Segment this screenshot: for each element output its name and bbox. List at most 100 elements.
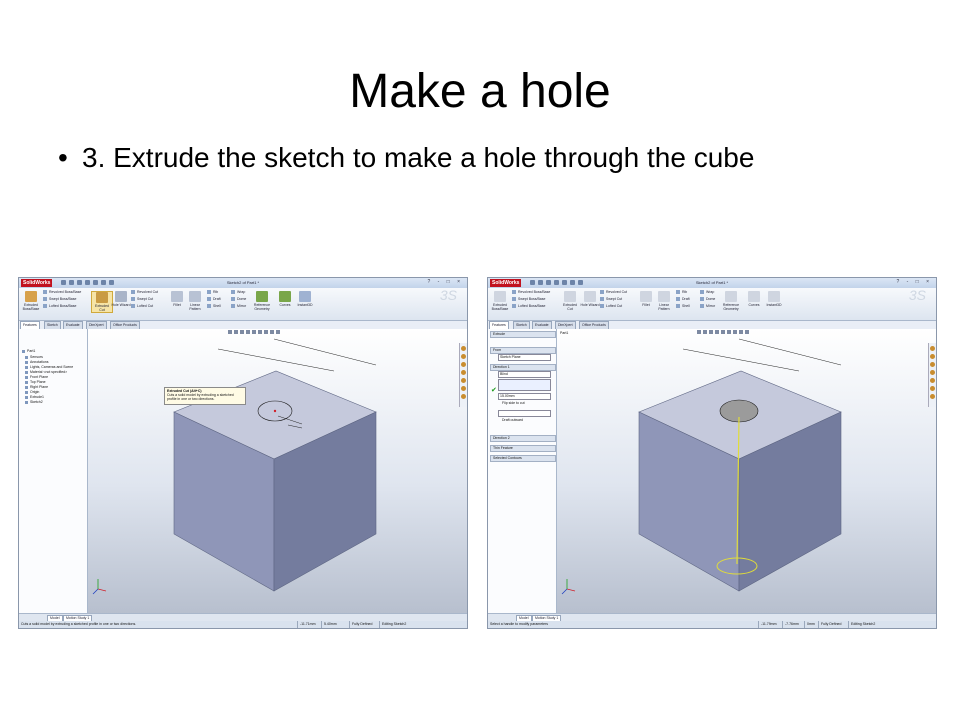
draft-button[interactable]: Draft: [207, 297, 221, 301]
view-palette-icon[interactable]: [930, 378, 935, 383]
swept-boss-button[interactable]: Swept Boss/Base: [512, 297, 545, 301]
revolved-boss-button[interactable]: Revolved Boss/Base: [512, 290, 550, 294]
resources-icon[interactable]: [930, 346, 935, 351]
rib-button[interactable]: Rib: [676, 290, 687, 294]
window-buttons[interactable]: ? - □ ×: [427, 280, 463, 285]
mirror-button[interactable]: Mirror: [231, 304, 246, 308]
design-library-icon[interactable]: [461, 354, 466, 359]
lofted-cut-button[interactable]: Lofted Cut: [131, 304, 153, 308]
design-library-icon[interactable]: [930, 354, 935, 359]
tree-item-sketch2[interactable]: Sketch2: [25, 400, 43, 405]
fillet-button[interactable]: Fillet: [167, 291, 187, 307]
instant3d-button[interactable]: Instant3D: [295, 291, 315, 307]
instant3d-label: Instant3D: [297, 303, 313, 307]
status-z: 0mm: [804, 621, 815, 628]
extruded-cut-label: Extruded Cut: [94, 304, 109, 312]
pm-selected-contours-header[interactable]: Selected Contours: [490, 455, 556, 462]
command-manager-tabs: Features Sketch Evaluate DimXpert Office…: [488, 321, 628, 330]
dome-button[interactable]: Dome: [700, 297, 715, 301]
linear-pattern-button[interactable]: Linear Pattern: [185, 291, 205, 311]
custom-properties-icon[interactable]: [930, 394, 935, 399]
hole-wizard-button[interactable]: Hole Wizard: [580, 291, 600, 307]
extruded-boss-label: Extruded Boss/Base: [491, 303, 509, 311]
extruded-cut-icon: [564, 291, 576, 302]
bullet-line: • 3. Extrude the sketch to make a hole th…: [58, 140, 754, 176]
search-icon[interactable]: [930, 370, 935, 375]
instant3d-button[interactable]: Instant3D: [764, 291, 784, 307]
lofted-boss-button[interactable]: Lofted Boss/Base: [512, 304, 545, 308]
end-condition-select[interactable]: Blind: [498, 371, 551, 378]
draft-outward-checkbox[interactable]: Draft outward: [502, 418, 523, 423]
instant3d-label: Instant3D: [766, 303, 782, 307]
linear-pattern-icon: [189, 291, 201, 302]
hole-wizard-label: Hole Wizard: [580, 303, 600, 307]
task-pane[interactable]: [928, 343, 936, 407]
wrap-button[interactable]: Wrap: [700, 290, 714, 294]
dome-button[interactable]: Dome: [231, 297, 246, 301]
document-title: Sketch2 of Part1 *: [226, 280, 260, 285]
revolved-boss-button[interactable]: Revolved Boss/Base: [43, 290, 81, 294]
revolved-cut-button[interactable]: Revolved Cut: [600, 290, 627, 294]
view-palette-icon[interactable]: [461, 378, 466, 383]
dimension-line-2: [273, 338, 377, 366]
extruded-cut-icon: [96, 292, 108, 303]
resources-icon[interactable]: [461, 346, 466, 351]
revolved-cut-button[interactable]: Revolved Cut: [131, 290, 158, 294]
swept-cut-button[interactable]: Swept Cut: [131, 297, 153, 301]
depth-input[interactable]: 15.00mm: [498, 393, 551, 400]
status-editing: Editing Sketch2: [848, 621, 875, 628]
linear-pattern-button[interactable]: Linear Pattern: [654, 291, 674, 311]
extruded-cut-button[interactable]: Extruded Cut: [560, 291, 580, 311]
reference-geometry-button[interactable]: Reference Geometry: [720, 291, 742, 311]
curves-label: Curves: [748, 303, 760, 307]
from-select[interactable]: Sketch Plane: [498, 354, 551, 361]
shell-button[interactable]: Shell: [207, 304, 221, 308]
bottom-tabs: Model Motion Study 1: [19, 613, 467, 622]
rib-button[interactable]: Rib: [207, 290, 218, 294]
direction-selection-box[interactable]: [498, 379, 551, 391]
mirror-button[interactable]: Mirror: [700, 304, 715, 308]
swept-boss-button[interactable]: Swept Boss/Base: [43, 297, 76, 301]
window-buttons[interactable]: ? - □ ×: [896, 280, 932, 285]
extruded-cut-button[interactable]: Extruded Cut: [91, 291, 113, 313]
file-explorer-icon[interactable]: [930, 362, 935, 367]
draft-button[interactable]: Draft: [676, 297, 690, 301]
search-icon[interactable]: [461, 370, 466, 375]
curves-button[interactable]: Curves: [744, 291, 764, 307]
curves-button[interactable]: Curves: [275, 291, 295, 307]
extruded-boss-icon: [25, 291, 37, 302]
extruded-boss-label: Extruded Boss/Base: [22, 303, 40, 311]
pm-direction1-header[interactable]: Direction 1: [490, 364, 556, 371]
custom-properties-icon[interactable]: [461, 394, 466, 399]
appearances-icon[interactable]: [461, 386, 466, 391]
reference-geometry-button[interactable]: Reference Geometry: [251, 291, 273, 311]
shell-button[interactable]: Shell: [676, 304, 690, 308]
pm-from-header[interactable]: From: [490, 347, 556, 354]
hole-wizard-label: Hole Wizard: [111, 303, 131, 307]
lofted-cut-button[interactable]: Lofted Cut: [600, 304, 622, 308]
status-message: Select a handle to modify parameters: [490, 622, 548, 626]
fillet-button[interactable]: Fillet: [636, 291, 656, 307]
pm-thin-feature-header[interactable]: Thin Feature: [490, 445, 556, 452]
extruded-boss-button[interactable]: Extruded Boss/Base: [490, 291, 510, 311]
ok-icon[interactable]: ✔: [491, 387, 497, 394]
graphics-area[interactable]: Extruded Cut (Alt+C) Cuts a solid model …: [88, 329, 467, 614]
hole-wizard-button[interactable]: Hole Wizard: [111, 291, 131, 307]
draft-angle-input[interactable]: [498, 410, 551, 417]
reference-geometry-icon: [725, 291, 737, 302]
file-explorer-icon[interactable]: [461, 362, 466, 367]
tree-item-part1[interactable]: Part1: [22, 349, 35, 354]
swept-cut-button[interactable]: Swept Cut: [600, 297, 622, 301]
lofted-boss-button[interactable]: Lofted Boss/Base: [43, 304, 76, 308]
graphics-area[interactable]: Part1: [557, 329, 936, 614]
appearances-icon[interactable]: [930, 386, 935, 391]
solidworks-window-right: SolidWorks Sketch2 of Part1 * ? - □ × Ex…: [487, 277, 937, 629]
extruded-cut-label: Extruded Cut: [562, 303, 577, 311]
task-pane[interactable]: [459, 343, 467, 407]
pm-direction2-header[interactable]: Direction 2: [490, 435, 556, 442]
status-x: -11.71mm: [297, 621, 316, 628]
reference-geometry-label: Reference Geometry: [253, 303, 271, 311]
flip-side-checkbox[interactable]: Flip side to cut: [502, 401, 525, 406]
wrap-button[interactable]: Wrap: [231, 290, 245, 294]
extruded-boss-button[interactable]: Extruded Boss/Base: [21, 291, 41, 311]
